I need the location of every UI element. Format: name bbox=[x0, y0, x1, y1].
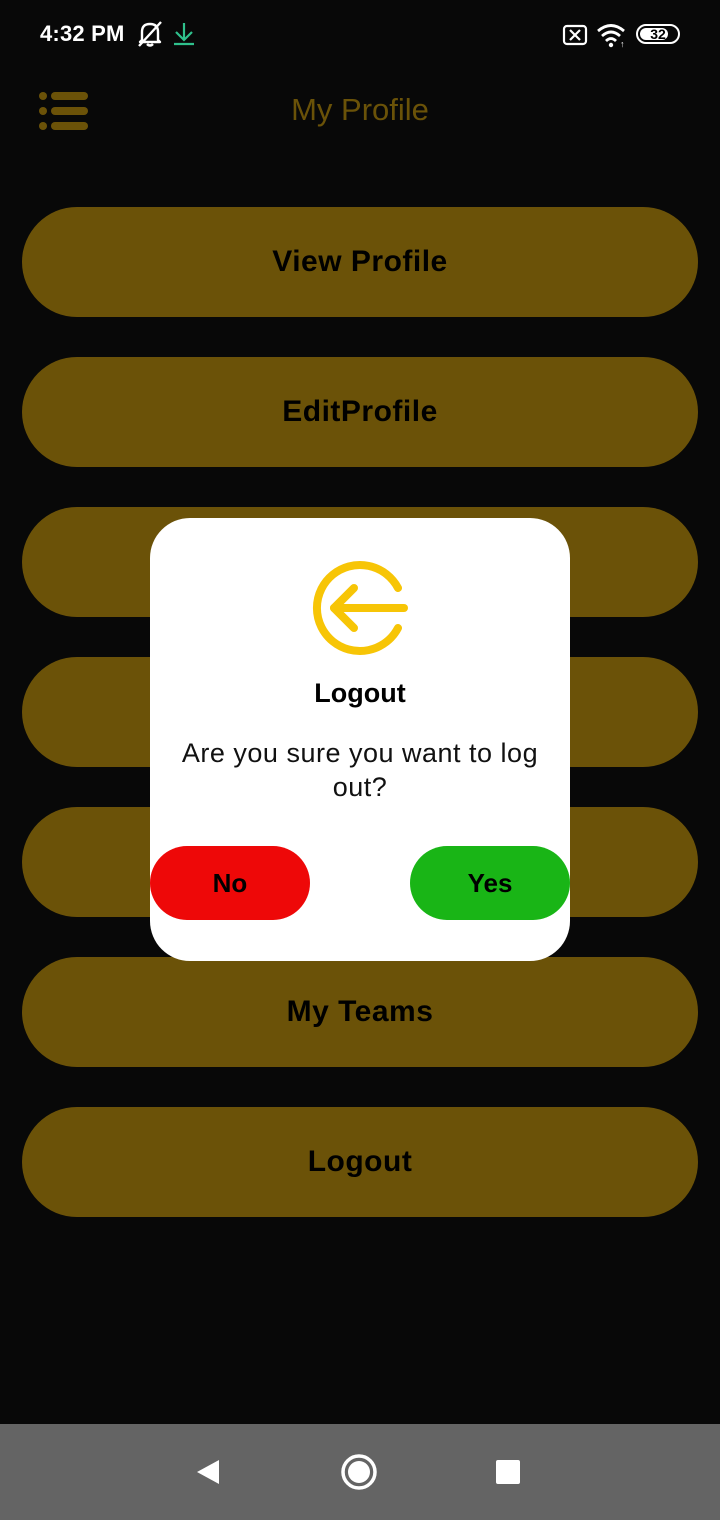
no-button[interactable]: No bbox=[150, 846, 310, 920]
logout-dialog: Logout Are you sure you want to log out?… bbox=[150, 518, 570, 961]
dialog-message: Are you sure you want to log out? bbox=[181, 738, 539, 802]
navigation-bar bbox=[0, 1424, 720, 1520]
back-triangle-icon[interactable] bbox=[186, 1450, 230, 1494]
yes-button[interactable]: Yes bbox=[410, 846, 570, 920]
logout-icon bbox=[306, 556, 414, 660]
dialog-title: Logout bbox=[314, 678, 406, 708]
recents-square-icon[interactable] bbox=[486, 1450, 530, 1494]
home-circle-icon[interactable] bbox=[337, 1450, 381, 1494]
